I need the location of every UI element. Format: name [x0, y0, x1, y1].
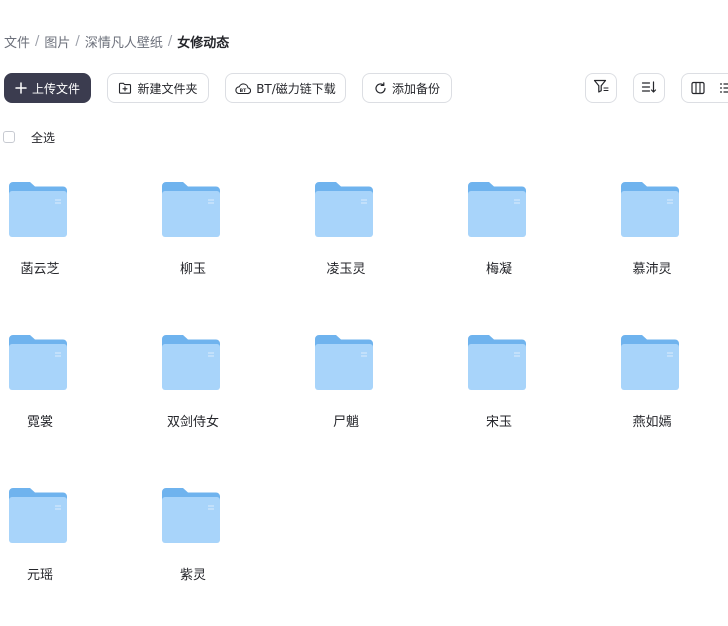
folder-name: 双剑侍女	[166, 415, 219, 430]
folder-icon	[162, 488, 220, 543]
folder-name: 凌玉灵	[326, 262, 366, 277]
folder-icon	[162, 182, 220, 237]
toolbar: 上传文件 新建文件夹 BT BT/磁力链下载 添加备份	[0, 73, 728, 105]
filter-icon	[593, 79, 609, 97]
breadcrumb-current: 女修动态	[177, 35, 230, 51]
folder-icon	[315, 335, 373, 390]
folder-plus-icon	[118, 82, 132, 94]
folder-item[interactable]: 梅凝	[449, 182, 549, 292]
breadcrumb-separator: /	[75, 33, 80, 49]
upload-button-label: 上传文件	[31, 81, 80, 96]
filter-button[interactable]	[585, 73, 617, 103]
folder-name: 紫灵	[179, 568, 206, 583]
folder-icon	[315, 182, 373, 237]
folder-icon	[9, 335, 67, 390]
folder-icon	[162, 335, 220, 390]
folder-name: 柳玉	[179, 262, 206, 277]
breadcrumb-item-images[interactable]: 图片	[44, 32, 70, 51]
folder-item[interactable]: 宋玉	[449, 335, 549, 445]
folder-item[interactable]: 霓裳	[0, 335, 90, 445]
bt-download-button-label: BT/磁力链下载	[256, 81, 336, 96]
select-all-checkbox[interactable]	[3, 131, 15, 143]
folder-icon	[468, 335, 526, 390]
sort-button[interactable]	[633, 73, 665, 103]
folder-item[interactable]: 元瑶	[0, 488, 90, 598]
view-toggle[interactable]	[681, 73, 728, 103]
folder-name: 宋玉	[485, 415, 512, 430]
folder-name: 燕如嫣	[632, 415, 672, 430]
folder-item[interactable]: 柳玉	[143, 182, 243, 292]
folder-icon	[621, 335, 679, 390]
folder-name: 菡云芝	[20, 262, 60, 277]
new-folder-button-label: 新建文件夹	[137, 81, 198, 96]
folder-name: 慕沛灵	[632, 262, 672, 277]
folder-icon	[468, 182, 526, 237]
breadcrumb-item-wallpapers[interactable]: 深情凡人壁纸	[85, 32, 163, 51]
plus-icon	[15, 82, 27, 94]
select-all-label: 全选	[31, 130, 56, 145]
folder-name: 梅凝	[485, 262, 512, 277]
folder-item[interactable]: 燕如嫣	[602, 335, 702, 445]
add-backup-button[interactable]: 添加备份	[362, 73, 452, 103]
bt-download-button[interactable]: BT BT/磁力链下载	[225, 73, 346, 103]
folder-item[interactable]: 双剑侍女	[143, 335, 243, 445]
folder-name: 霓裳	[26, 415, 53, 430]
refresh-icon	[374, 81, 387, 95]
select-all[interactable]: 全选	[3, 128, 55, 146]
columns-icon[interactable]	[691, 81, 705, 95]
folder-item[interactable]: 尸魈	[296, 335, 396, 445]
breadcrumb-item-files[interactable]: 文件	[4, 32, 30, 51]
breadcrumb: 文件 / 图片 / 深情凡人壁纸 / 女修动态	[4, 32, 230, 51]
add-backup-button-label: 添加备份	[391, 81, 440, 96]
folder-item[interactable]: 慕沛灵	[602, 182, 702, 292]
new-folder-button[interactable]: 新建文件夹	[107, 73, 209, 103]
breadcrumb-separator: /	[167, 33, 173, 49]
folder-name: 元瑶	[26, 568, 53, 583]
bt-icon: BT	[235, 81, 252, 95]
list-icon[interactable]	[720, 81, 728, 95]
folder-item[interactable]: 凌玉灵	[296, 182, 396, 292]
folder-item[interactable]: 紫灵	[143, 488, 243, 598]
folder-icon	[9, 182, 67, 237]
folder-icon	[9, 488, 67, 543]
sort-icon	[641, 80, 657, 97]
file-browser: 文件 / 图片 / 深情凡人壁纸 / 女修动态 上传文件 新建文件夹 BT BT…	[0, 0, 728, 626]
folder-name: 尸魈	[332, 415, 359, 430]
folder-item[interactable]: 菡云芝	[0, 182, 90, 292]
folder-icon	[621, 182, 679, 237]
breadcrumb-separator: /	[35, 33, 40, 49]
svg-text:BT: BT	[240, 88, 248, 94]
upload-button[interactable]: 上传文件	[4, 73, 91, 103]
